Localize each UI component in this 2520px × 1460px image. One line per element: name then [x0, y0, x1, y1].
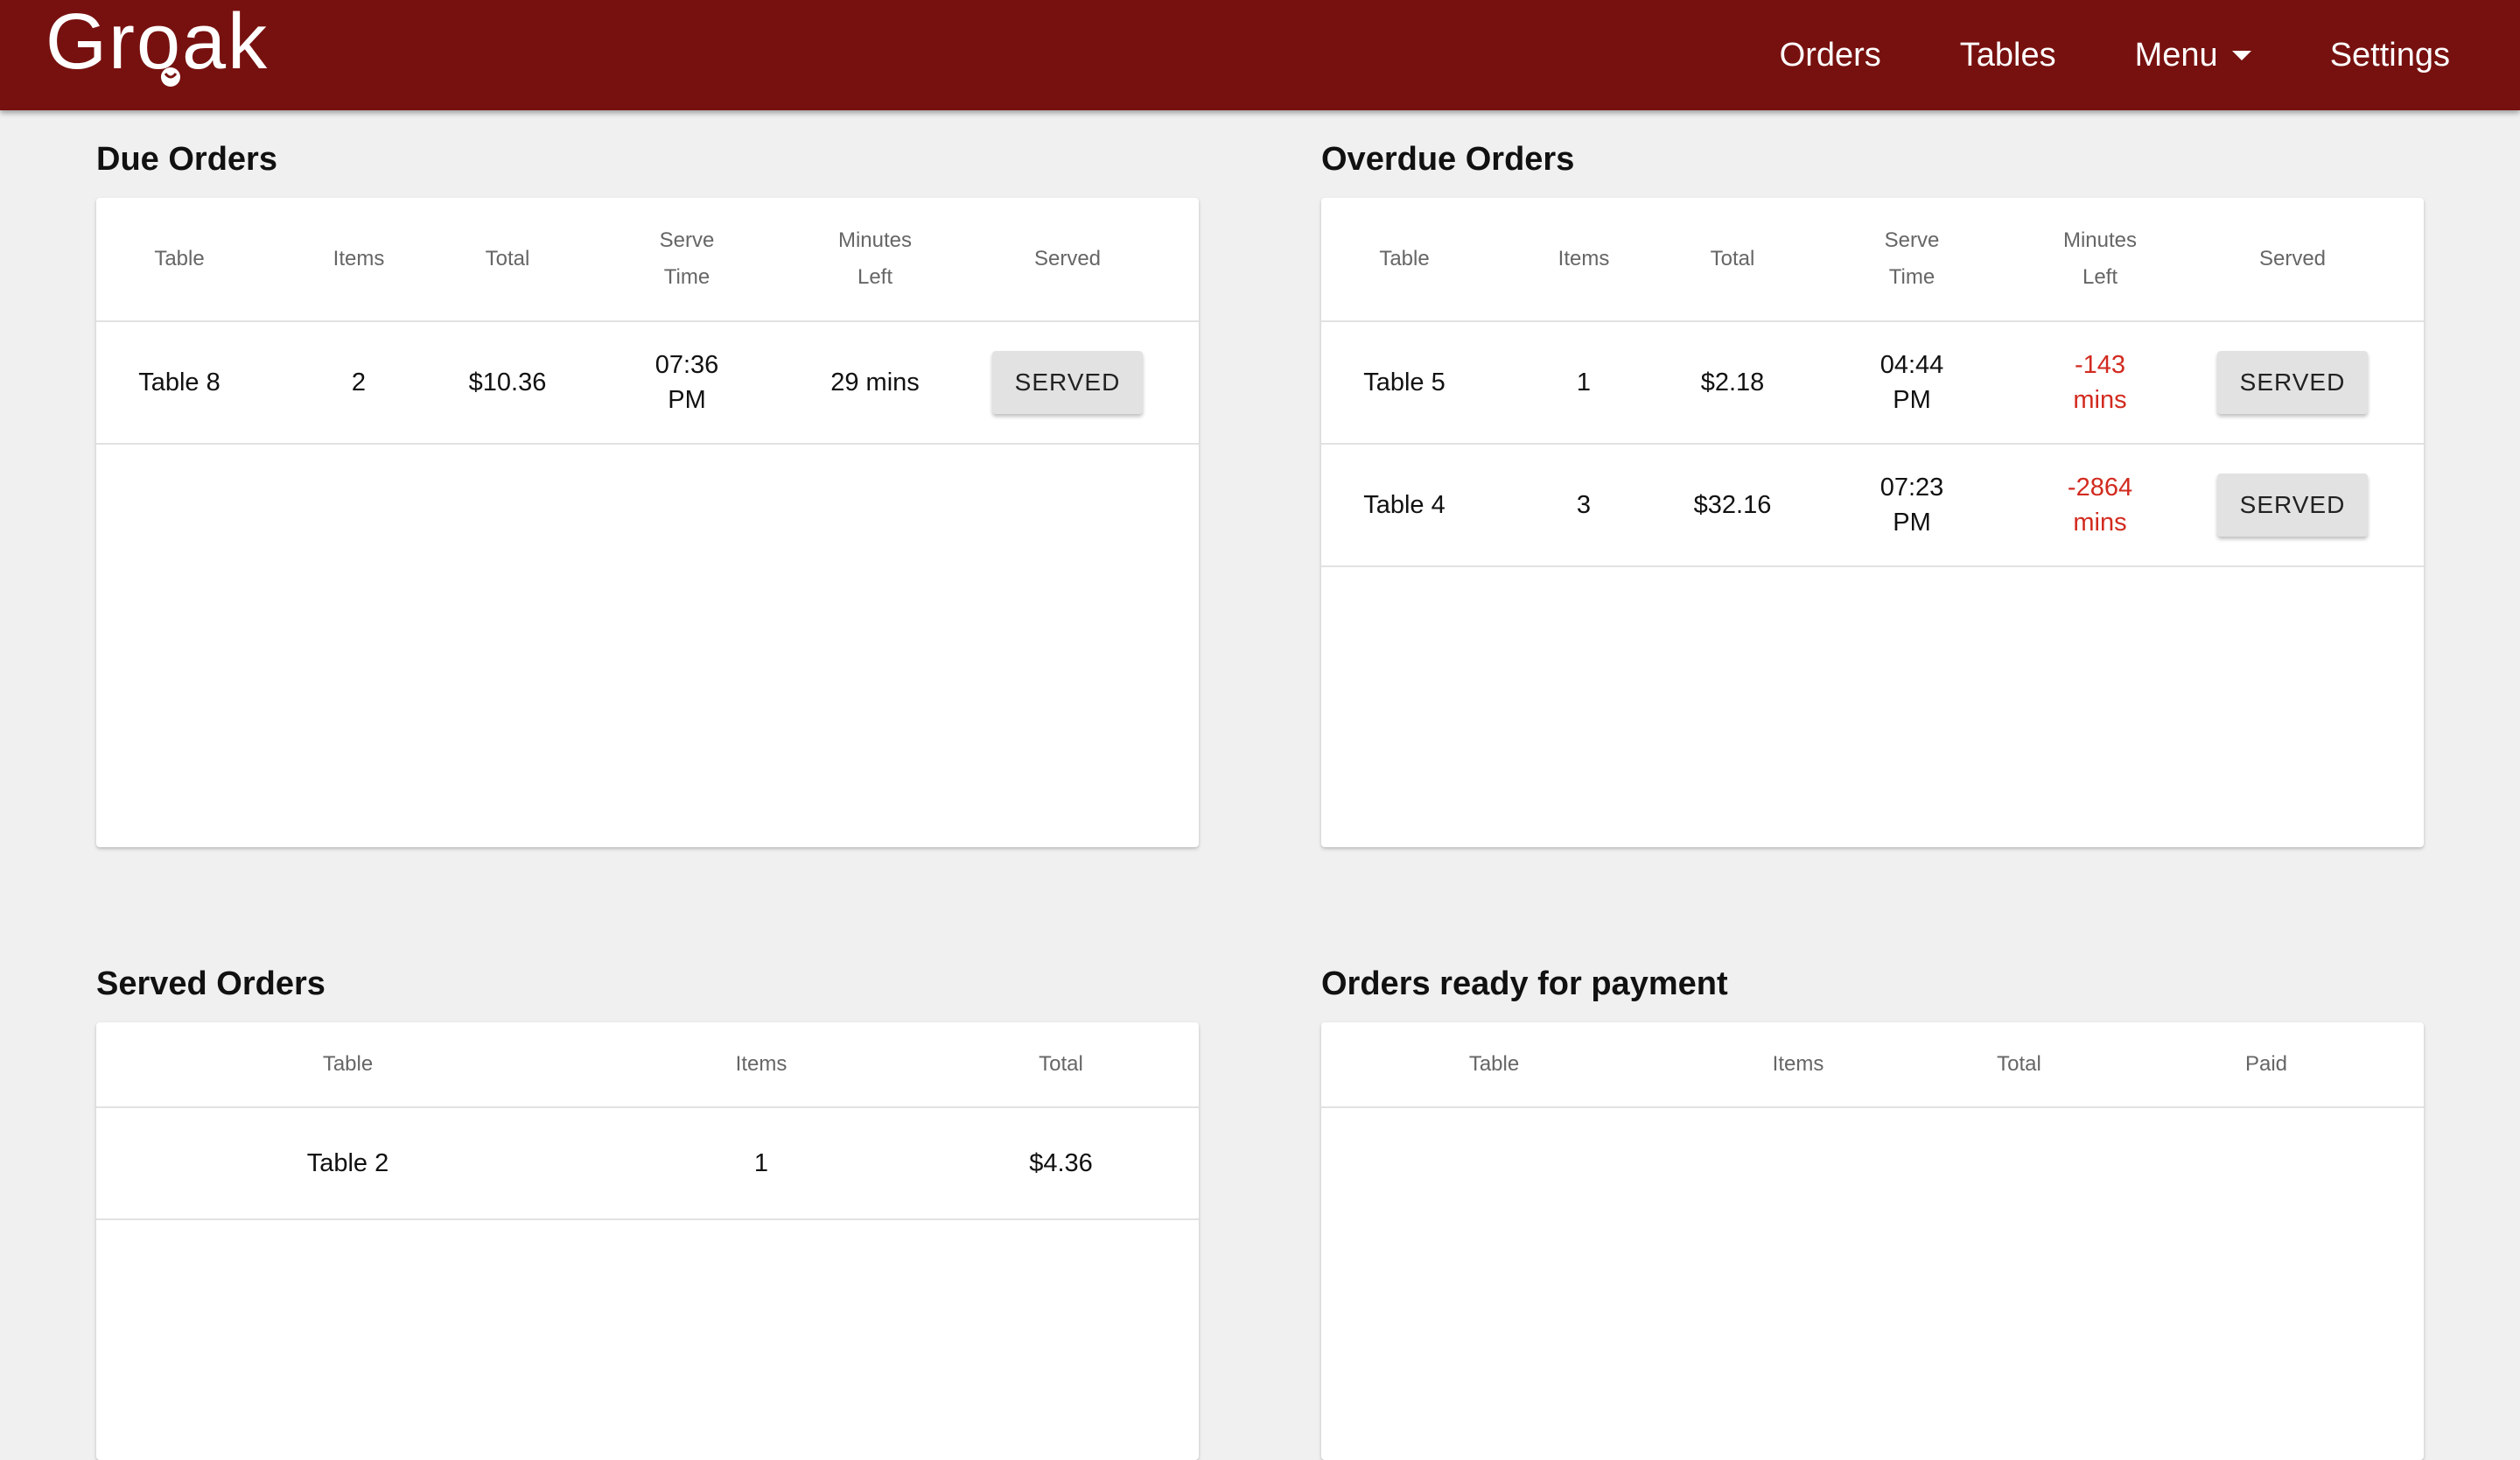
- nav-settings[interactable]: Settings: [2330, 37, 2450, 74]
- cell-table: Table 4: [1321, 444, 1488, 567]
- col-total: Total: [1680, 198, 1785, 322]
- minutes-left-unit: mins: [2073, 386, 2127, 414]
- col-minutes-line1: Minutes: [2062, 228, 2138, 252]
- col-served: Served: [2161, 198, 2424, 322]
- col-served: Served: [936, 198, 1199, 322]
- col-serve-time: Serve Time: [1785, 198, 2039, 322]
- served-orders-title: Served Orders: [96, 965, 326, 1002]
- serve-time-ampm: PM: [1893, 509, 1931, 537]
- cell-table: Table 2: [96, 1107, 599, 1220]
- due-orders-title: Due Orders: [96, 141, 277, 178]
- cell-total: $10.36: [455, 321, 560, 445]
- payment-orders-title: Orders ready for payment: [1321, 965, 1728, 1002]
- col-items: Items: [599, 1022, 923, 1108]
- col-total: Total: [1929, 1022, 2109, 1108]
- payment-orders-card: Table Items Total Paid: [1321, 1022, 2424, 1460]
- col-paid: Paid: [2109, 1022, 2424, 1108]
- cell-minutes-left: -143 mins: [2039, 321, 2161, 445]
- nav-links: Orders Tables Menu Settings: [1701, 0, 2450, 110]
- table-header-row: Table Items Total: [96, 1022, 1199, 1108]
- col-serve-line2: Time: [1888, 265, 1936, 289]
- cell-total: $2.18: [1680, 321, 1785, 445]
- col-serve-line2: Time: [663, 265, 710, 289]
- col-table: Table: [96, 198, 262, 322]
- table-row: Table 5 1 $2.18 04:44 PM -143 mins SERVED: [1321, 321, 2424, 445]
- cell-table: Table 5: [1321, 321, 1488, 445]
- overdue-orders-card: Table Items Total Serve Time Minutes Left …: [1321, 198, 2424, 847]
- col-serve-line1: Serve: [659, 228, 715, 252]
- serve-time-value: 07:23: [1880, 474, 1944, 502]
- cell-minutes-left: -2864 mins: [2039, 444, 2161, 567]
- served-button[interactable]: SERVED: [992, 351, 1143, 414]
- caret-down-icon: [2231, 50, 2251, 60]
- minutes-left-unit: mins: [2073, 509, 2127, 537]
- groak-logo[interactable]: Groak: [46, 0, 269, 110]
- cell-items: 2: [262, 321, 455, 445]
- due-orders-section: Due Orders Table Items Total Serve Time M…: [96, 135, 1199, 847]
- payment-orders-table: Table Items Total Paid: [1321, 1022, 2424, 1108]
- col-total: Total: [455, 198, 560, 322]
- col-total: Total: [923, 1022, 1199, 1108]
- table-header-row: Table Items Total Serve Time Minutes Left …: [96, 198, 1199, 322]
- col-items: Items: [1488, 198, 1680, 322]
- due-orders-card: Table Items Total Serve Time Minutes Left …: [96, 198, 1199, 847]
- col-table: Table: [1321, 1022, 1667, 1108]
- table-row: Table 8 2 $10.36 07:36 PM 29 mins SERVED: [96, 321, 1199, 445]
- col-serve-time: Serve Time: [560, 198, 814, 322]
- minutes-left-value: -2864: [2067, 474, 2133, 502]
- col-items: Items: [1667, 1022, 1929, 1108]
- nav-menu-label: Menu: [2134, 36, 2218, 74]
- served-button[interactable]: SERVED: [2217, 474, 2368, 537]
- overdue-orders-section: Overdue Orders Table Items Total Serve Ti…: [1321, 135, 2424, 847]
- served-orders-card: Table Items Total Table 2 1 $4.36: [96, 1022, 1199, 1460]
- col-minutes-line1: Minutes: [837, 228, 913, 252]
- payment-orders-section: Orders ready for payment Table Items Tot…: [1321, 959, 2424, 1460]
- due-orders-table: Table Items Total Serve Time Minutes Left …: [96, 198, 1199, 445]
- serve-time-value: 07:36: [654, 351, 719, 379]
- serve-time-ampm: PM: [1893, 386, 1931, 414]
- cell-items: 1: [1488, 321, 1680, 445]
- table-row: Table 2 1 $4.36: [96, 1107, 1199, 1220]
- cell-served: SERVED: [936, 321, 1199, 445]
- col-serve-line1: Serve: [1884, 228, 1940, 252]
- col-minutes-left: Minutes Left: [814, 198, 936, 322]
- cell-serve-time: 07:36 PM: [560, 321, 814, 445]
- serve-time-value: 04:44: [1880, 351, 1944, 379]
- served-button[interactable]: SERVED: [2217, 351, 2368, 414]
- cell-items: 1: [599, 1107, 923, 1220]
- table-row: Table 4 3 $32.16 07:23 PM -2864 mins SERVE…: [1321, 444, 2424, 567]
- cell-total: $32.16: [1680, 444, 1785, 567]
- minutes-left-value: -143: [2074, 351, 2126, 379]
- logo-tomato-icon: [161, 67, 180, 87]
- col-items: Items: [262, 198, 455, 322]
- served-orders-section: Served Orders Table Items Total Table 2 …: [96, 959, 1199, 1460]
- served-orders-table: Table Items Total Table 2 1 $4.36: [96, 1022, 1199, 1220]
- serve-time-ampm: PM: [668, 386, 706, 414]
- cell-served: SERVED: [2161, 321, 2424, 445]
- cell-serve-time: 04:44 PM: [1785, 321, 2039, 445]
- col-table: Table: [96, 1022, 599, 1108]
- cell-served: SERVED: [2161, 444, 2424, 567]
- col-minutes-line2: Left: [857, 265, 893, 289]
- col-minutes-left: Minutes Left: [2039, 198, 2161, 322]
- overdue-orders-table: Table Items Total Serve Time Minutes Left …: [1321, 198, 2424, 567]
- nav-menu-dropdown[interactable]: Menu: [2135, 37, 2251, 74]
- nav-orders[interactable]: Orders: [1780, 37, 1881, 74]
- overdue-orders-title: Overdue Orders: [1321, 141, 1575, 178]
- table-header-row: Table Items Total Serve Time Minutes Left …: [1321, 198, 2424, 322]
- cell-table: Table 8: [96, 321, 262, 445]
- nav-tables[interactable]: Tables: [1960, 37, 2056, 74]
- cell-total: $4.36: [923, 1107, 1199, 1220]
- cell-items: 3: [1488, 444, 1680, 567]
- col-table: Table: [1321, 198, 1488, 322]
- top-navbar: Groak Orders Tables Menu Settings: [0, 0, 2520, 110]
- cell-minutes-left: 29 mins: [814, 321, 936, 445]
- col-minutes-line2: Left: [2082, 265, 2118, 289]
- cell-serve-time: 07:23 PM: [1785, 444, 2039, 567]
- table-header-row: Table Items Total Paid: [1321, 1022, 2424, 1108]
